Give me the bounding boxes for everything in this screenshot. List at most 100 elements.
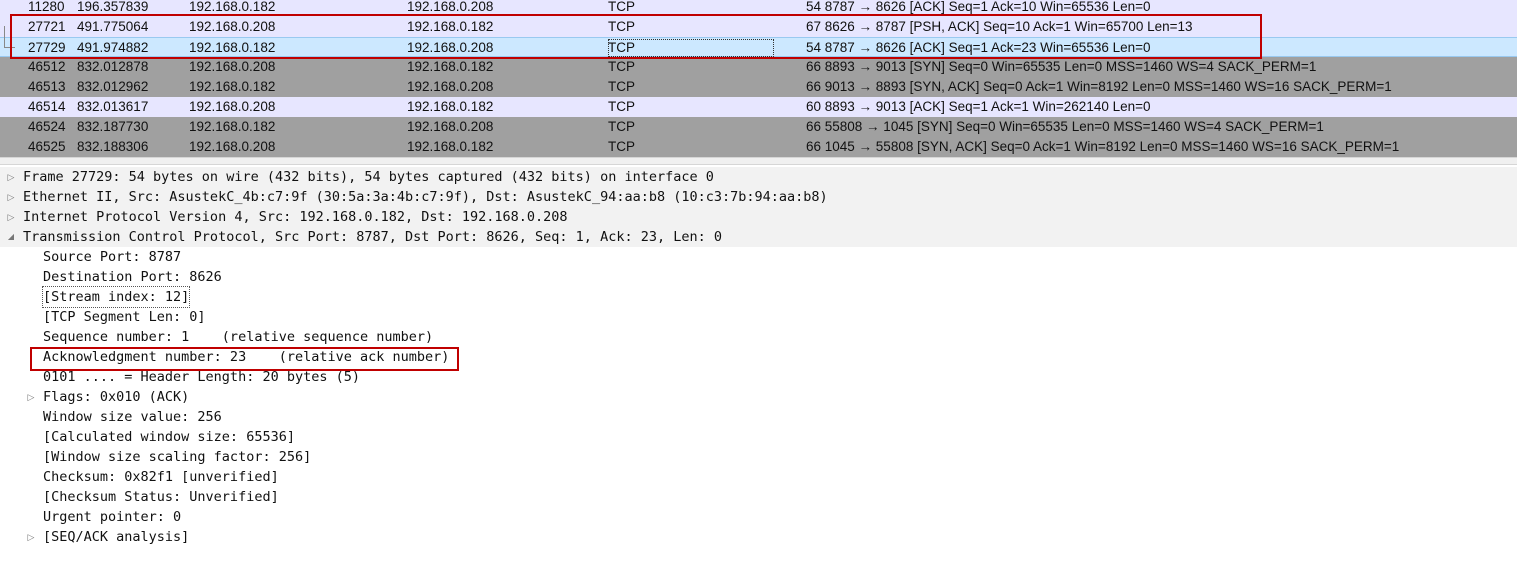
tree-protocol-item[interactable]: ◢ Transmission Control Protocol, Src Port… bbox=[0, 227, 1517, 247]
tree-item-label: 0101 .... = Header Length: 20 bytes (5) bbox=[43, 369, 360, 385]
tree-protocol-item[interactable]: ▷ Internet Protocol Version 4, Src: 192.1… bbox=[0, 207, 1517, 227]
packet-destination: 192.168.0.182 bbox=[407, 99, 494, 114]
packet-source: 192.168.0.182 bbox=[189, 119, 276, 134]
packet-number: 46513 bbox=[28, 79, 66, 94]
packet-row[interactable]: 11280 196.357839 192.168.0.182 192.168.0.20… bbox=[0, 0, 1517, 17]
packet-number: 46512 bbox=[28, 59, 66, 74]
triangle-right-icon[interactable]: ▷ bbox=[25, 387, 37, 407]
packet-list[interactable]: 11280 196.357839 192.168.0.182 192.168.0.20… bbox=[0, 0, 1517, 157]
tree-field-item[interactable]: Window size value: 256 bbox=[0, 407, 1517, 427]
packet-time: 491.775064 bbox=[77, 19, 149, 34]
tree-item-label: Urgent pointer: 0 bbox=[43, 509, 182, 525]
packet-time: 832.188306 bbox=[77, 139, 149, 154]
tree-item-label: Flags: 0x010 (ACK) bbox=[43, 389, 190, 405]
packet-source: 192.168.0.208 bbox=[189, 59, 276, 74]
tree-item-label: [TCP Segment Len: 0] bbox=[43, 309, 206, 325]
tree-item-label: Internet Protocol Version 4, Src: 192.16… bbox=[23, 209, 568, 225]
packet-destination: 192.168.0.208 bbox=[407, 0, 494, 14]
tree-item-label: [Window size scaling factor: 256] bbox=[43, 449, 312, 465]
packet-number: 11280 bbox=[28, 0, 65, 14]
packet-row[interactable]: 46524 832.187730 192.168.0.182 192.168.0.20… bbox=[0, 117, 1517, 137]
packet-protocol: TCP bbox=[608, 59, 635, 74]
packet-number: 27729 bbox=[28, 40, 66, 55]
packet-protocol: TCP bbox=[608, 119, 635, 134]
packet-row[interactable]: 27729 491.974882 192.168.0.182 192.168.0.20… bbox=[0, 37, 1517, 57]
packet-source: 192.168.0.182 bbox=[189, 79, 276, 94]
tree-field-item[interactable]: Acknowledgment number: 23 (relative ack … bbox=[0, 347, 1517, 367]
packet-protocol: TCP bbox=[608, 0, 635, 14]
tree-item-label: [Calculated window size: 65536] bbox=[43, 429, 295, 445]
packet-info: 66 1045 → 55808 [SYN, ACK] Seq=0 Ack=1 W… bbox=[806, 139, 1400, 154]
tree-item-label: [Checksum Status: Unverified] bbox=[43, 489, 279, 505]
packet-number: 46514 bbox=[28, 99, 66, 114]
tree-field-item[interactable]: Sequence number: 1 (relative sequence nu… bbox=[0, 327, 1517, 347]
packet-details-tree[interactable]: ▷ Frame 27729: 54 bytes on wire (432 bits… bbox=[0, 167, 1517, 588]
tree-item-label: Sequence number: 1 (relative sequence nu… bbox=[43, 329, 434, 345]
packet-time: 832.013617 bbox=[77, 99, 149, 114]
triangle-right-icon[interactable]: ▷ bbox=[25, 527, 37, 547]
tree-field-item[interactable]: Checksum: 0x82f1 [unverified] bbox=[0, 467, 1517, 487]
tree-item-label: Frame 27729: 54 bytes on wire (432 bits)… bbox=[23, 169, 714, 185]
tree-field-item[interactable]: ▷ [SEQ/ACK analysis] bbox=[0, 527, 1517, 547]
packet-source: 192.168.0.182 bbox=[189, 40, 276, 55]
packet-protocol: TCP bbox=[608, 19, 635, 34]
tree-item-label: Checksum: 0x82f1 [unverified] bbox=[43, 469, 279, 485]
triangle-down-icon[interactable]: ◢ bbox=[5, 227, 17, 247]
packet-number: 46524 bbox=[28, 119, 66, 134]
packet-protocol: TCP bbox=[608, 79, 635, 94]
packet-info: 54 8787 → 8626 [ACK] Seq=1 Ack=10 Win=65… bbox=[806, 0, 1151, 14]
packet-info: 67 8626 → 8787 [PSH, ACK] Seq=10 Ack=1 W… bbox=[806, 19, 1193, 34]
tree-field-item[interactable]: ▷ Flags: 0x010 (ACK) bbox=[0, 387, 1517, 407]
triangle-right-icon[interactable]: ▷ bbox=[5, 167, 17, 187]
packet-info: 66 55808 → 1045 [SYN] Seq=0 Win=65535 Le… bbox=[806, 119, 1324, 134]
packet-info: 60 8893 → 9013 [ACK] Seq=1 Ack=1 Win=262… bbox=[806, 99, 1151, 114]
tree-protocol-item[interactable]: ▷ Ethernet II, Src: AsustekC_4b:c7:9f (30… bbox=[0, 187, 1517, 207]
packet-protocol: TCP bbox=[608, 99, 635, 114]
packet-row[interactable]: 27721 491.775064 192.168.0.208 192.168.0.18… bbox=[0, 17, 1517, 37]
packet-row[interactable]: 46514 832.013617 192.168.0.208 192.168.0.18… bbox=[0, 97, 1517, 117]
packet-source: 192.168.0.208 bbox=[189, 139, 276, 154]
related-packet-indicator bbox=[4, 26, 15, 48]
tree-item-label: Acknowledgment number: 23 (relative ack … bbox=[43, 349, 450, 365]
tree-field-item[interactable]: [Checksum Status: Unverified] bbox=[0, 487, 1517, 507]
packet-time: 832.012962 bbox=[77, 79, 149, 94]
tree-protocol-item[interactable]: ▷ Frame 27729: 54 bytes on wire (432 bits… bbox=[0, 167, 1517, 187]
packet-number: 46525 bbox=[28, 139, 66, 154]
tree-field-item[interactable]: [TCP Segment Len: 0] bbox=[0, 307, 1517, 327]
tree-item-label: [SEQ/ACK analysis] bbox=[43, 529, 190, 545]
tree-item-label: Ethernet II, Src: AsustekC_4b:c7:9f (30:… bbox=[23, 189, 828, 205]
tree-item-label: Destination Port: 8626 bbox=[43, 269, 222, 285]
triangle-right-icon[interactable]: ▷ bbox=[5, 207, 17, 227]
packet-number: 27721 bbox=[28, 19, 66, 34]
tree-item-label: Transmission Control Protocol, Src Port:… bbox=[23, 229, 722, 245]
packet-row[interactable]: 46513 832.012962 192.168.0.182 192.168.0.20… bbox=[0, 77, 1517, 97]
packet-destination: 192.168.0.182 bbox=[407, 139, 494, 154]
tree-field-item[interactable]: [Window size scaling factor: 256] bbox=[0, 447, 1517, 467]
triangle-right-icon[interactable]: ▷ bbox=[5, 187, 17, 207]
packet-source: 192.168.0.182 bbox=[189, 0, 276, 14]
tree-field-item[interactable]: [Stream index: 12] bbox=[0, 286, 1517, 308]
packet-info: 54 8787 → 8626 [ACK] Seq=1 Ack=23 Win=65… bbox=[806, 40, 1151, 55]
packet-row[interactable]: 46512 832.012878 192.168.0.208 192.168.0.18… bbox=[0, 57, 1517, 77]
packet-row[interactable]: 46525 832.188306 192.168.0.208 192.168.0.18… bbox=[0, 137, 1517, 157]
tree-field-item[interactable]: [Calculated window size: 65536] bbox=[0, 427, 1517, 447]
packet-destination: 192.168.0.182 bbox=[407, 19, 494, 34]
packet-destination: 192.168.0.208 bbox=[407, 40, 494, 55]
packet-time: 196.357839 bbox=[77, 0, 149, 14]
packet-protocol: TCP bbox=[608, 139, 635, 154]
packet-info: 66 9013 → 8893 [SYN, ACK] Seq=0 Ack=1 Wi… bbox=[806, 79, 1392, 94]
packet-source: 192.168.0.208 bbox=[189, 99, 276, 114]
tree-field-item[interactable]: Urgent pointer: 0 bbox=[0, 507, 1517, 527]
tree-item-label: [Stream index: 12] bbox=[41, 286, 191, 308]
packet-destination: 192.168.0.208 bbox=[407, 79, 494, 94]
pane-divider[interactable] bbox=[0, 157, 1517, 165]
packet-source: 192.168.0.208 bbox=[189, 19, 276, 34]
packet-time: 832.012878 bbox=[77, 59, 149, 74]
tree-field-item[interactable]: 0101 .... = Header Length: 20 bytes (5) bbox=[0, 367, 1517, 387]
packet-time: 832.187730 bbox=[77, 119, 149, 134]
packet-destination: 192.168.0.208 bbox=[407, 119, 494, 134]
tree-field-item[interactable]: Destination Port: 8626 bbox=[0, 267, 1517, 287]
tree-field-item[interactable]: Source Port: 8787 bbox=[0, 247, 1517, 267]
tree-item-label: Source Port: 8787 bbox=[43, 249, 182, 265]
tree-item-label: Window size value: 256 bbox=[43, 409, 222, 425]
